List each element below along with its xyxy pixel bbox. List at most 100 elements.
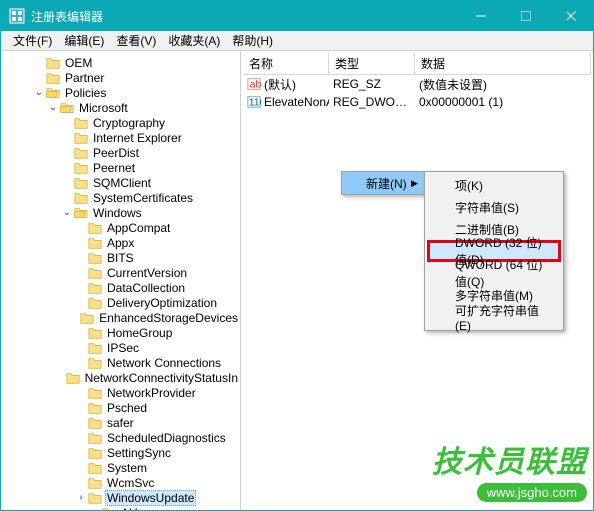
- folder-icon: [74, 176, 88, 190]
- folder-icon: [88, 476, 102, 490]
- tree-item-label: DataCollection: [105, 281, 187, 295]
- tree-item-label: WindowsUpdate: [105, 490, 196, 506]
- tree-item[interactable]: ·DataCollection: [5, 280, 240, 295]
- expand-icon[interactable]: ›: [75, 492, 87, 503]
- tree-item[interactable]: ·Network Connections: [5, 355, 240, 370]
- tree-item[interactable]: ·IPSec: [5, 340, 240, 355]
- tree-item[interactable]: ·Internet Explorer: [5, 130, 240, 145]
- titlebar[interactable]: 注册表编辑器: [1, 1, 593, 31]
- folder-icon: [88, 296, 102, 310]
- tree-item-label: Windows: [91, 206, 144, 220]
- tree-item[interactable]: ·BITS: [5, 250, 240, 265]
- svg-text:110: 110: [249, 97, 261, 109]
- tree-item[interactable]: ·Peernet: [5, 160, 240, 175]
- col-data[interactable]: 数据: [415, 53, 591, 74]
- tree-item-label: Partner: [63, 71, 106, 85]
- folder-icon: [88, 401, 102, 415]
- tree-item[interactable]: ·CurrentVersion: [5, 265, 240, 280]
- folder-icon: [88, 281, 102, 295]
- tree-item[interactable]: ·AppCompat: [5, 220, 240, 235]
- tree-item[interactable]: ·NetworkProvider: [5, 385, 240, 400]
- tree-item[interactable]: ·ScheduledDiagnostics: [5, 430, 240, 445]
- tree-item-label: ScheduledDiagnostics: [105, 431, 228, 445]
- tree-item[interactable]: ·WcmSvc: [5, 475, 240, 490]
- tree-item-label: PeerDist: [91, 146, 141, 160]
- folder-icon: [88, 236, 102, 250]
- tree-item[interactable]: ·safer: [5, 415, 240, 430]
- list-pane[interactable]: 名称 类型 数据 ab(默认)REG_SZ(数值未设置)110ElevateNo…: [241, 51, 593, 510]
- folder-icon: [46, 56, 60, 70]
- value-type: REG_SZ: [329, 77, 415, 91]
- collapse-icon[interactable]: ⌄: [47, 102, 59, 113]
- tree-item[interactable]: ·Partner: [5, 70, 240, 85]
- ctx-sub-item[interactable]: 可扩充字符串值(E): [427, 306, 561, 328]
- tree-item-label: Peernet: [91, 161, 137, 175]
- tree-pane[interactable]: ·OEM·Partner⌄Policies⌄Microsoft·Cryptogr…: [1, 51, 241, 510]
- ctx-sub-item[interactable]: 字符串值(S): [427, 196, 561, 218]
- collapse-icon[interactable]: ⌄: [61, 207, 73, 218]
- folder-icon: [88, 266, 102, 280]
- folder-icon: [46, 71, 60, 85]
- folder-icon: [88, 386, 102, 400]
- content-area: ·OEM·Partner⌄Policies⌄Microsoft·Cryptogr…: [1, 51, 593, 510]
- tree-item-label: System: [105, 461, 149, 475]
- tree-item[interactable]: ·NetworkConnectivityStatusIn: [5, 370, 240, 385]
- close-button[interactable]: [548, 1, 593, 31]
- tree-item-label: AU: [119, 506, 140, 511]
- ctx-new[interactable]: 新建(N) ▶: [342, 172, 424, 194]
- list-row[interactable]: 110ElevateNonAd...REG_DWORD0x00000001 (1…: [243, 93, 591, 111]
- folder-icon: [66, 371, 80, 385]
- tree-item[interactable]: ·System: [5, 460, 240, 475]
- menu-help[interactable]: 帮助(H): [226, 32, 279, 49]
- tree-item[interactable]: ·Psched: [5, 400, 240, 415]
- list-header: 名称 类型 数据: [243, 53, 591, 75]
- tree-item[interactable]: ⌄ Microsoft: [5, 100, 240, 115]
- context-menu: 新建(N) ▶: [341, 171, 425, 195]
- tree-item-label: EnhancedStorageDevices: [97, 311, 240, 325]
- tree-item-label: Network Connections: [105, 356, 223, 370]
- folder-icon: [88, 416, 102, 430]
- folder-icon: [88, 491, 102, 505]
- folder-icon: [74, 131, 88, 145]
- tree-item-label: NetworkProvider: [105, 386, 198, 400]
- folder-icon: [88, 431, 102, 445]
- tree-item[interactable]: ·SystemCertificates: [5, 190, 240, 205]
- list-row[interactable]: ab(默认)REG_SZ(数值未设置): [243, 75, 591, 93]
- tree-item[interactable]: ·Cryptography: [5, 115, 240, 130]
- folder-icon: [88, 446, 102, 460]
- tree-item[interactable]: › WindowsUpdate: [5, 490, 240, 505]
- tree-item[interactable]: ⌄Policies: [5, 85, 240, 100]
- menu-favorites[interactable]: 收藏夹(A): [162, 32, 226, 49]
- tree-item[interactable]: ·DeliveryOptimization: [5, 295, 240, 310]
- menu-file[interactable]: 文件(F): [7, 32, 58, 49]
- tree-item-label: safer: [105, 416, 136, 430]
- tree-item[interactable]: ⌄ Windows: [5, 205, 240, 220]
- tree-item-label: Appx: [105, 236, 136, 250]
- tree-item[interactable]: ·AU: [5, 505, 240, 510]
- maximize-button[interactable]: [503, 1, 548, 31]
- collapse-icon[interactable]: ⌄: [33, 87, 45, 98]
- ctx-sub-item[interactable]: 项(K): [427, 174, 561, 196]
- minimize-button[interactable]: [458, 1, 503, 31]
- tree-item[interactable]: ·Appx: [5, 235, 240, 250]
- col-name[interactable]: 名称: [243, 53, 329, 74]
- col-type[interactable]: 类型: [329, 53, 415, 74]
- tree-item[interactable]: ·OEM: [5, 55, 240, 70]
- tree-item-label: SystemCertificates: [91, 191, 195, 205]
- tree-item[interactable]: ·PeerDist: [5, 145, 240, 160]
- tree-item[interactable]: ·HomeGroup: [5, 325, 240, 340]
- tree-item[interactable]: ·EnhancedStorageDevices: [5, 310, 240, 325]
- tree-item[interactable]: ·SQMClient: [5, 175, 240, 190]
- value-icon: 110: [247, 95, 261, 109]
- folder-icon: [88, 356, 102, 370]
- tree-item-label: Microsoft: [77, 101, 130, 115]
- tree-item-label: NetworkConnectivityStatusIn: [83, 371, 240, 385]
- menu-edit[interactable]: 编辑(E): [58, 32, 110, 49]
- ctx-sub-label: 字符串值(S): [455, 199, 519, 216]
- menu-view[interactable]: 查看(V): [110, 32, 162, 49]
- tree-item-label: OEM: [63, 56, 94, 70]
- ctx-sub-item[interactable]: QWORD (64 位)值(Q): [427, 262, 561, 284]
- value-type: REG_DWORD: [329, 95, 415, 109]
- tree-item[interactable]: ·SettingSync: [5, 445, 240, 460]
- folder-icon: [74, 161, 88, 175]
